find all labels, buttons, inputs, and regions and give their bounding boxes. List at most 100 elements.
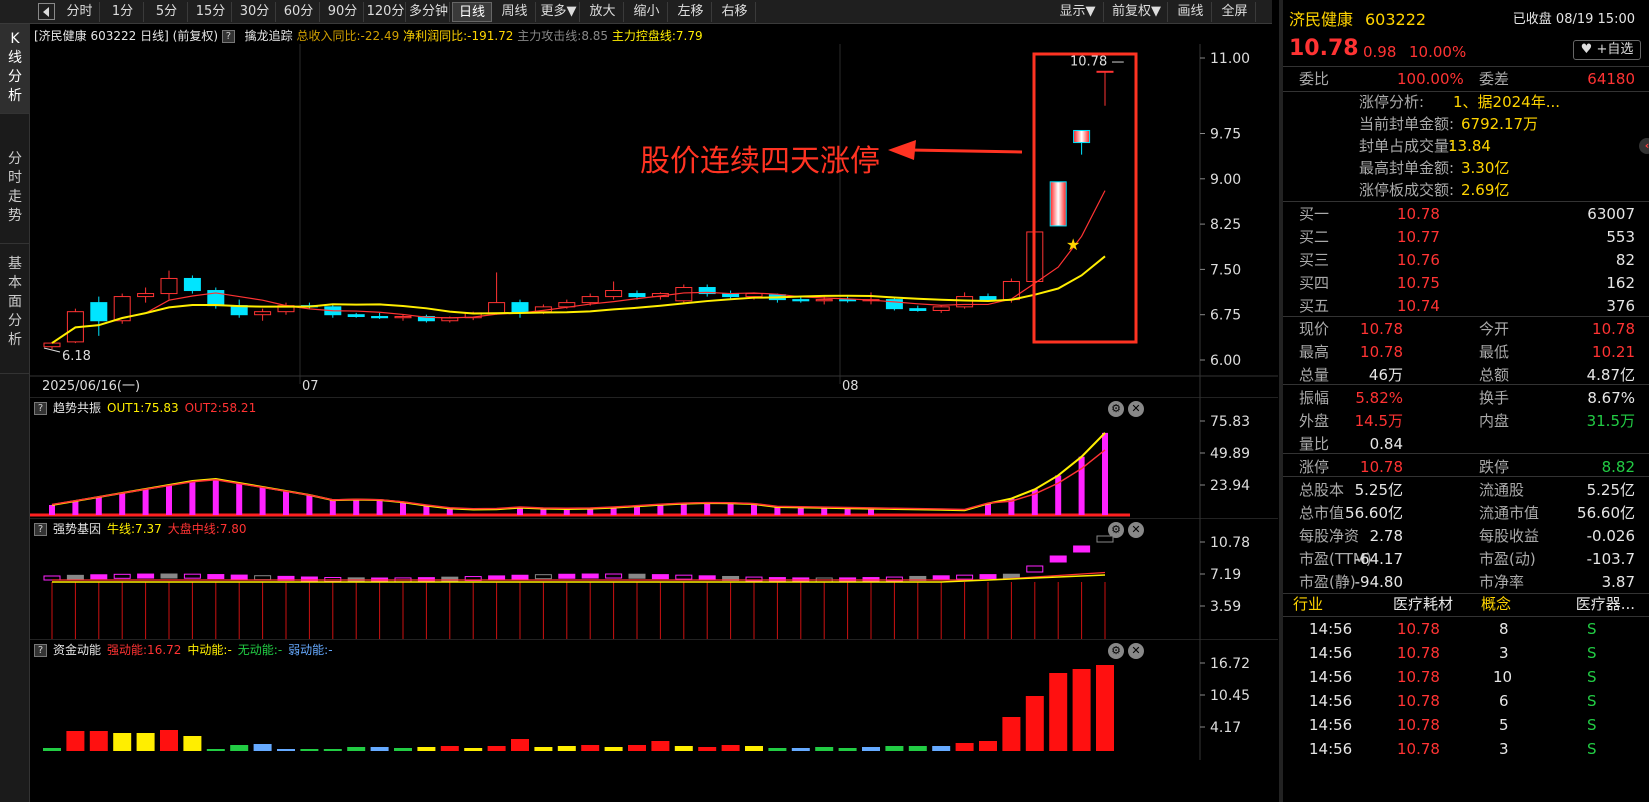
bid-price: 10.76 bbox=[1397, 251, 1440, 269]
stat-label: 今开 bbox=[1479, 320, 1510, 338]
indicator-bar bbox=[329, 500, 336, 515]
bid-price: 10.77 bbox=[1397, 228, 1440, 246]
fund-bar bbox=[791, 748, 810, 751]
stat-value: 31.5万 bbox=[1586, 412, 1635, 430]
indicator-bar bbox=[306, 495, 313, 515]
stat-value: 56.60亿 bbox=[1345, 504, 1403, 522]
add-watchlist-button[interactable]: ♥ +自选 bbox=[1573, 40, 1641, 60]
gene-candle bbox=[979, 574, 997, 580]
limit-analysis-value: 3.30亿 bbox=[1461, 159, 1510, 177]
candlestick-chart[interactable]: 11.00 9.75 9.00 8.25 7.50 6.75 6.00 2025/06/16(… bbox=[30, 44, 1278, 397]
bid-label: 买一 bbox=[1299, 205, 1330, 223]
period-button[interactable]: 日线 bbox=[452, 2, 492, 22]
indicator-chart[interactable]: 10.78 7.19 3.59 bbox=[30, 518, 1278, 639]
fund-bar bbox=[1096, 665, 1114, 751]
stat-value: 2.78 bbox=[1369, 527, 1403, 545]
concept-label: 概念 bbox=[1481, 595, 1512, 613]
stock-code: 603222 bbox=[1365, 10, 1427, 29]
indicator-chart[interactable]: 75.83 49.89 23.94 bbox=[30, 397, 1278, 518]
back-icon[interactable] bbox=[38, 3, 55, 20]
gene-candle bbox=[1049, 555, 1067, 563]
expand-icon[interactable]: ‹ bbox=[1639, 138, 1649, 154]
fund-bar bbox=[160, 730, 178, 751]
stat-value: -103.7 bbox=[1586, 550, 1635, 568]
period-button[interactable]: 周线 bbox=[494, 2, 536, 22]
period-button[interactable]: 1分 bbox=[102, 2, 144, 22]
gene-candle bbox=[90, 574, 108, 580]
candle bbox=[347, 314, 365, 318]
out1-line bbox=[51, 432, 1106, 512]
tick-price: 10.78 bbox=[1397, 740, 1440, 758]
period-button[interactable]: 120分 bbox=[366, 2, 406, 22]
last-price-label: 10.78 — bbox=[1070, 54, 1124, 69]
tick-price: 10.78 bbox=[1397, 668, 1440, 686]
period-button[interactable]: 更多▼ bbox=[538, 2, 580, 22]
price-tick-label: 9.75 bbox=[1210, 127, 1241, 143]
limit-analysis-value: 6792.17万 bbox=[1461, 115, 1539, 133]
period-button[interactable]: 多分钟 bbox=[408, 2, 450, 22]
gene-candle bbox=[1026, 565, 1044, 573]
stat-label: 最高 bbox=[1299, 343, 1330, 361]
tab-intraday[interactable]: 分时走势 bbox=[0, 144, 30, 244]
annotation-text: 股价连续四天涨停 bbox=[640, 144, 880, 179]
fund-bar bbox=[721, 745, 740, 751]
indicator-bar bbox=[400, 502, 406, 515]
stat-label: 市净率 bbox=[1479, 573, 1525, 591]
tick-side: S bbox=[1587, 644, 1597, 662]
fund-bar bbox=[768, 748, 787, 751]
indicator-chart[interactable]: 16.72 10.45 4.17 bbox=[30, 639, 1278, 760]
indicator-bar bbox=[680, 503, 687, 515]
period-button[interactable]: 放大 bbox=[582, 2, 624, 22]
stat-label: 总市值 bbox=[1299, 504, 1345, 522]
separator bbox=[1283, 453, 1649, 454]
stat-value: 5.25亿 bbox=[1586, 481, 1635, 499]
period-button[interactable]: 缩小 bbox=[626, 2, 668, 22]
fund-bar bbox=[511, 739, 529, 751]
fund-bar bbox=[1002, 717, 1021, 751]
stock-title: [济民健康 603222 日线] bbox=[34, 29, 169, 43]
control-line-value: 主力控盘线:7.79 bbox=[611, 29, 703, 43]
period-button[interactable]: 90分 bbox=[322, 2, 364, 22]
fund-bar bbox=[908, 746, 927, 751]
candle bbox=[956, 296, 974, 308]
tab-kline[interactable]: K线分析 bbox=[0, 24, 30, 114]
toolbar-right-button[interactable]: 画线 bbox=[1170, 2, 1212, 22]
period-button[interactable]: 5分 bbox=[146, 2, 188, 22]
gene-candle bbox=[183, 573, 201, 579]
fund-bar bbox=[932, 746, 951, 751]
toolbar-right-button[interactable]: 全屏 bbox=[1214, 2, 1256, 22]
candle bbox=[137, 293, 155, 298]
period-button[interactable]: 左移 bbox=[670, 2, 712, 22]
gene-candle bbox=[605, 573, 623, 579]
concept-value: 医疗器... bbox=[1575, 595, 1635, 613]
fund-bar bbox=[1072, 669, 1091, 751]
stat-label: 总股本 bbox=[1299, 481, 1345, 499]
fund-bar bbox=[745, 746, 763, 751]
period-button[interactable]: 30分 bbox=[234, 2, 276, 22]
toolbar-right-button[interactable]: 显示▼ bbox=[1052, 2, 1104, 22]
stat-value: -94.80 bbox=[1354, 573, 1403, 591]
period-button[interactable]: 分时 bbox=[60, 2, 100, 22]
indicator-bar bbox=[751, 504, 757, 515]
date-tick-label: 07 bbox=[302, 379, 319, 394]
fund-bar bbox=[417, 747, 436, 751]
indicator-bar bbox=[727, 503, 734, 515]
stat-label: 外盘 bbox=[1299, 412, 1330, 430]
indicator-bar bbox=[49, 505, 55, 515]
period-button[interactable]: 右移 bbox=[714, 2, 756, 22]
tick-time: 14:56 bbox=[1309, 716, 1353, 734]
stat-label: 内盘 bbox=[1479, 412, 1510, 430]
profit-yoy: 净利润同比:-191.72 bbox=[403, 29, 514, 43]
period-button[interactable]: 60分 bbox=[278, 2, 320, 22]
tick-price: 10.78 bbox=[1397, 644, 1440, 662]
industry-value: 医疗耗材 bbox=[1393, 595, 1454, 613]
help-icon[interactable]: ? bbox=[221, 30, 235, 43]
gene-candle bbox=[534, 574, 552, 580]
toolbar-right-button[interactable]: 前复权▼ bbox=[1106, 2, 1168, 22]
tick-volume: 6 bbox=[1499, 692, 1509, 710]
indicator-bar bbox=[353, 499, 360, 515]
candle bbox=[979, 296, 997, 301]
tab-fundamental[interactable]: 基本面分析 bbox=[0, 249, 30, 374]
period-button[interactable]: 15分 bbox=[190, 2, 232, 22]
fund-bar bbox=[885, 746, 904, 751]
